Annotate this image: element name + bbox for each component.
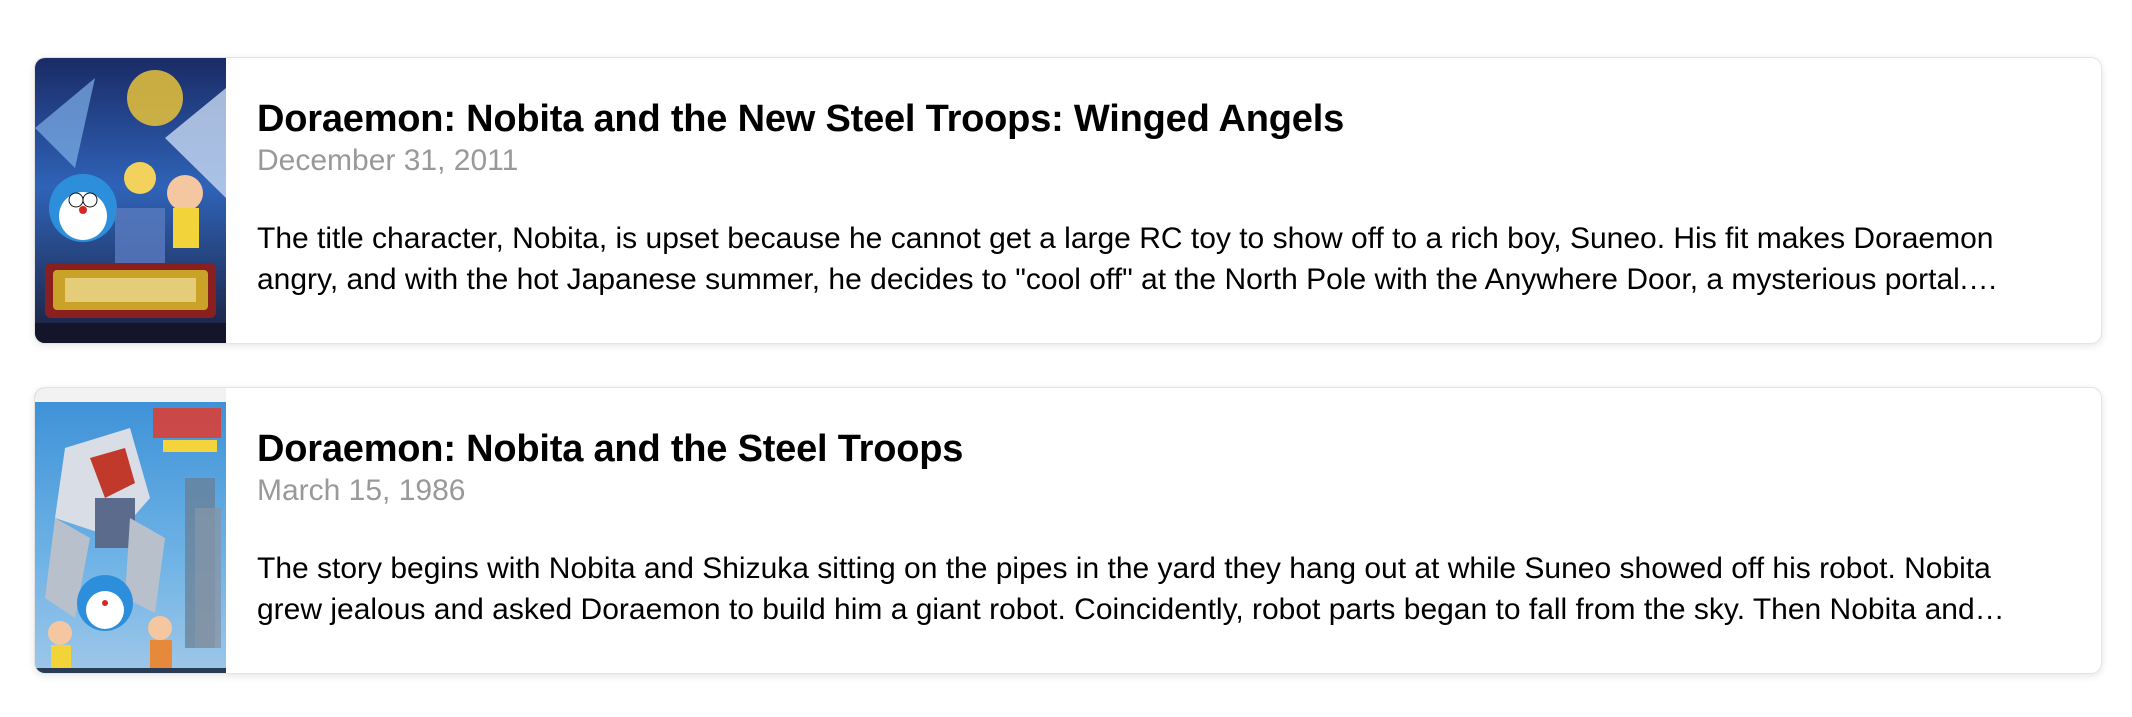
poster-image	[35, 388, 226, 673]
release-date: March 15, 1986	[257, 474, 466, 507]
movie-details: Doraemon: Nobita and the New Steel Troop…	[226, 58, 2101, 343]
movie-overview: The story begins with Nobita and Shizuka…	[257, 552, 1991, 626]
movie-details: Doraemon: Nobita and the Steel Troops Ma…	[226, 388, 2101, 673]
movie-poster[interactable]	[35, 388, 226, 673]
movie-title[interactable]: Doraemon: Nobita and the New Steel Troop…	[257, 96, 2041, 142]
movie-overview: The title character, Nobita, is upset be…	[257, 222, 1994, 296]
movie-results-list: Doraemon: Nobita and the New Steel Troop…	[34, 57, 2102, 717]
movie-poster[interactable]	[35, 58, 226, 343]
movie-title[interactable]: Doraemon: Nobita and the Steel Troops	[257, 426, 2041, 472]
release-date: December 31, 2011	[257, 144, 519, 177]
movie-card[interactable]: Doraemon: Nobita and the New Steel Troop…	[34, 57, 2102, 344]
poster-image	[35, 58, 226, 343]
movie-card[interactable]: Doraemon: Nobita and the Steel Troops Ma…	[34, 387, 2102, 674]
